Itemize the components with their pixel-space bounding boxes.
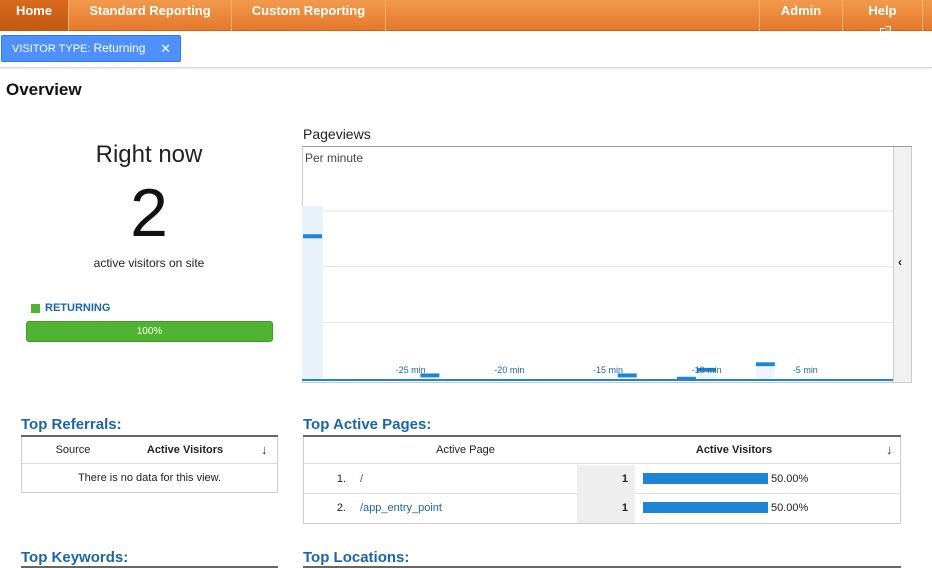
pageviews-title: Pageviews bbox=[303, 126, 371, 142]
top-locations-heading: Top Locations: bbox=[303, 549, 410, 566]
pageviews-chart: 302010-25 min-20 min-15 min-10 min-5 min bbox=[302, 206, 894, 381]
row-percent: 50.00% bbox=[771, 502, 809, 514]
nav-home[interactable]: Home bbox=[0, 0, 69, 31]
filter-bar: VISITOR TYPE: Returning ✕ bbox=[0, 31, 932, 68]
current-minute-highlight bbox=[302, 206, 323, 381]
page-title: Overview bbox=[6, 80, 82, 99]
row-percent-bar bbox=[643, 502, 768, 513]
top-active-pages-table: Active Page Active Visitors ↓ 1. / 1 50.… bbox=[303, 437, 901, 524]
nav-help-label: Help bbox=[868, 3, 897, 18]
x-tick-label: -25 min bbox=[396, 365, 426, 375]
active-visitors-count: 2 bbox=[130, 175, 168, 251]
top-referrals-table: Source Active Visitors ↓ There is no dat… bbox=[21, 437, 278, 493]
row-count: 1 bbox=[621, 473, 628, 485]
top-keywords-heading: Top Keywords: bbox=[21, 549, 129, 566]
returning-percent-bar: 100% bbox=[26, 321, 273, 342]
pageviews-bar bbox=[676, 376, 696, 381]
chart-collapse-toggle[interactable]: ‹ bbox=[893, 147, 911, 382]
nav-admin[interactable]: Admin bbox=[759, 0, 843, 31]
col-active-visitors[interactable]: Active Visitors bbox=[124, 444, 246, 456]
row-percent-bar bbox=[643, 473, 768, 484]
nav-custom-reporting[interactable]: Custom Reporting bbox=[232, 0, 386, 31]
empty-message: There is no data for this view. bbox=[77, 472, 222, 484]
x-tick-label: -5 min bbox=[793, 365, 818, 375]
x-tick-label: -15 min bbox=[593, 365, 623, 375]
row-count: 1 bbox=[621, 502, 628, 514]
top-nav: Home Standard Reporting Custom Reporting… bbox=[0, 0, 932, 37]
filter-value: Returning bbox=[93, 41, 146, 55]
pageviews-bar bbox=[303, 234, 322, 239]
row-page-link[interactable]: /app_entry_point bbox=[360, 502, 442, 514]
top-referrals-heading: Top Referrals: bbox=[21, 416, 122, 433]
returning-legend-label: RETURNING bbox=[45, 302, 111, 314]
col-active-page[interactable]: Active Page bbox=[304, 444, 627, 456]
pageviews-bar-fill bbox=[617, 377, 637, 379]
top-active-pages-heading: Top Active Pages: bbox=[303, 416, 432, 433]
chevron-left-icon: ‹ bbox=[898, 255, 902, 269]
returning-percent-label: 100% bbox=[136, 326, 163, 337]
row-percent: 50.00% bbox=[771, 473, 809, 485]
returning-legend-swatch bbox=[31, 304, 40, 313]
nav-standard-reporting[interactable]: Standard Reporting bbox=[69, 0, 232, 31]
active-visitors-subtitle: active visitors on site bbox=[93, 256, 205, 270]
pageviews-bar-fill bbox=[420, 377, 440, 379]
nav-help[interactable]: Help bbox=[843, 0, 923, 37]
row-page-link[interactable]: / bbox=[360, 473, 363, 485]
col-active-visitors[interactable]: Active Visitors bbox=[634, 444, 834, 456]
row-rank: 1. bbox=[336, 473, 346, 485]
pageviews-bar-fill bbox=[755, 366, 775, 379]
sort-down-icon[interactable]: ↓ bbox=[886, 442, 893, 457]
pageviews-bar bbox=[755, 362, 775, 367]
col-source[interactable]: Source bbox=[22, 444, 124, 456]
x-tick-label: -20 min bbox=[494, 365, 524, 375]
sort-down-icon[interactable]: ↓ bbox=[261, 442, 268, 457]
x-tick-label: -10 min bbox=[692, 365, 722, 375]
close-icon[interactable]: ✕ bbox=[160, 36, 171, 61]
visitor-type-filter-chip[interactable]: VISITOR TYPE: Returning ✕ bbox=[1, 35, 181, 62]
right-now-title: Right now bbox=[95, 141, 203, 168]
filter-label: VISITOR TYPE: bbox=[12, 43, 91, 55]
page-link[interactable]: / bbox=[360, 473, 363, 485]
page-link[interactable]: /app_entry_point bbox=[360, 502, 442, 514]
row-rank: 2. bbox=[336, 502, 346, 514]
